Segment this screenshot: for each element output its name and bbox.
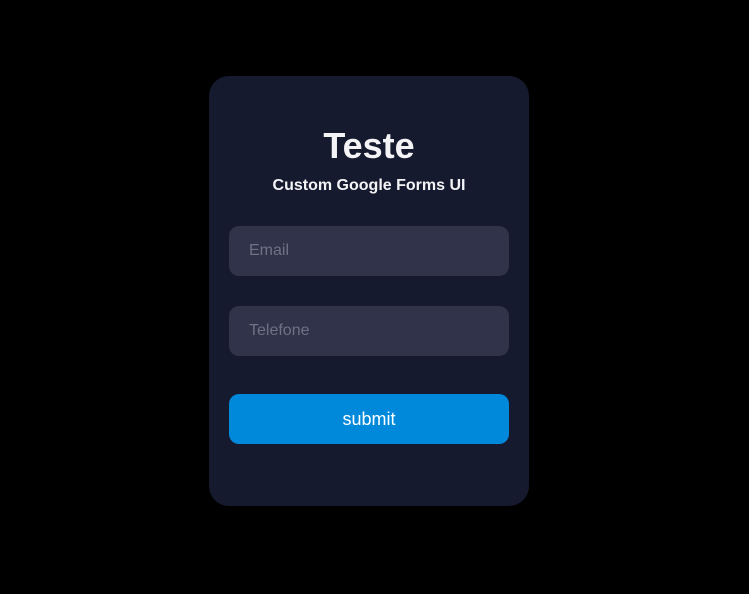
submit-button[interactable]: submit: [229, 394, 509, 444]
page: Teste Custom Google Forms UI submit: [0, 0, 749, 594]
form-title: Teste: [323, 125, 415, 166]
phone-field[interactable]: [229, 306, 509, 356]
form-card: Teste Custom Google Forms UI submit: [209, 76, 529, 506]
email-field[interactable]: [229, 226, 509, 276]
form-subtitle: Custom Google Forms UI: [272, 177, 466, 194]
